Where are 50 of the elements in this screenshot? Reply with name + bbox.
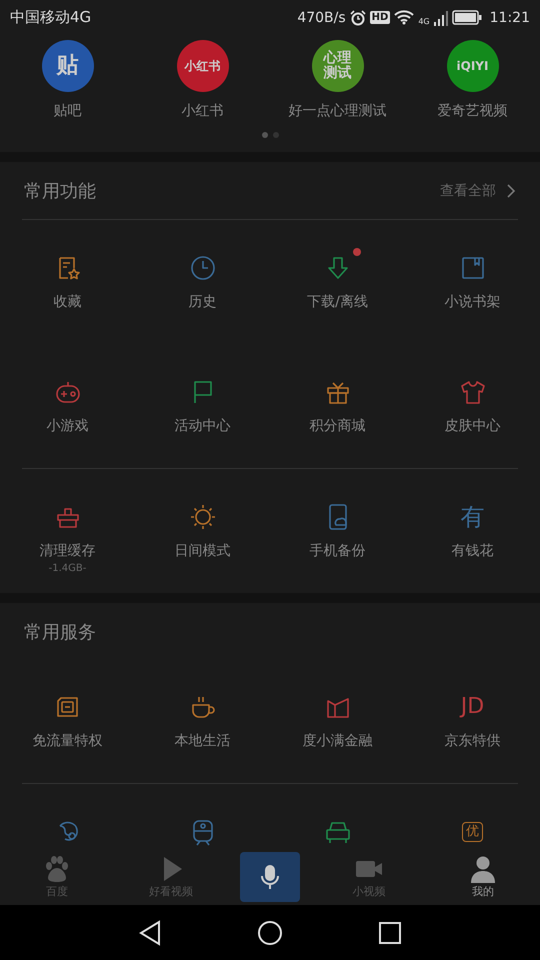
nav-tab[interactable]: 我的 <box>438 854 528 898</box>
chevron-icon <box>506 182 516 198</box>
clock-time: 11:21 <box>490 10 530 26</box>
feature-item[interactable]: 历史 <box>135 220 270 344</box>
feature-item[interactable]: 积分商城 <box>270 344 405 468</box>
app-logo: 心理测试 <box>312 40 364 92</box>
app-shortcut[interactable]: 心理测试 好一点心理测试 <box>270 35 405 120</box>
sun-icon <box>188 503 216 531</box>
home-icon[interactable] <box>256 920 283 946</box>
feature-item[interactable]: 小说书架 <box>405 220 540 344</box>
t-shirt-icon <box>458 378 486 406</box>
glyph-icon: 有 <box>460 505 484 529</box>
app-logo: iQIYI <box>446 40 498 92</box>
feature-item[interactable]: 下载/离线 <box>270 220 405 344</box>
feature-item[interactable]: 活动中心 <box>135 344 270 468</box>
glyph-icon: JD <box>460 696 484 718</box>
feature-item[interactable]: 收藏 <box>0 220 135 344</box>
carrier-text: 中国移动4G <box>10 8 92 27</box>
person-icon <box>468 854 498 882</box>
network-speed: 470B/s <box>297 10 346 26</box>
feature-item[interactable]: 皮肤中心 <box>405 344 540 468</box>
feature-item[interactable]: 清理缓存 -1.4GB- <box>0 469 135 593</box>
app-shortcut[interactable]: iQIYI 爱奇艺视频 <box>405 35 540 120</box>
service-item[interactable]: 度小满金融 <box>270 660 405 783</box>
recents-icon[interactable] <box>378 920 402 944</box>
app-shortcut[interactable]: 贴 贴吧 <box>0 35 135 120</box>
tag-icon: 优 <box>462 822 483 842</box>
app-shortcut[interactable]: 小红书 小红书 <box>135 35 270 120</box>
section-title: 常用功能 <box>24 180 96 202</box>
microphone-icon <box>260 862 280 890</box>
feature-item[interactable]: 小游戏 <box>0 344 135 468</box>
app-logo: 贴 <box>42 40 94 92</box>
feature-item[interactable]: 日间模式 <box>135 469 270 593</box>
clock-icon <box>188 254 216 282</box>
back-icon[interactable] <box>138 920 162 946</box>
signal-icon <box>434 10 448 26</box>
hd-badge: HD <box>370 11 390 24</box>
service-item[interactable]: JD 京东特供 <box>405 660 540 783</box>
alarm-icon <box>350 10 366 26</box>
app-logo: 小红书 <box>176 40 228 92</box>
feature-item[interactable]: 手机备份 <box>270 469 405 593</box>
battery-icon <box>452 10 482 25</box>
service-item[interactable]: 本地生活 <box>135 660 270 783</box>
service-item[interactable]: 免流量特权 <box>0 660 135 783</box>
feature-item[interactable]: 有 有钱花 <box>405 469 540 593</box>
view-all-link[interactable]: 查看全部 <box>440 182 516 200</box>
voice-search-button[interactable] <box>240 852 300 902</box>
section-title: 常用服务 <box>24 620 96 644</box>
network-type: 4G <box>418 17 430 26</box>
wifi-icon <box>394 10 414 25</box>
